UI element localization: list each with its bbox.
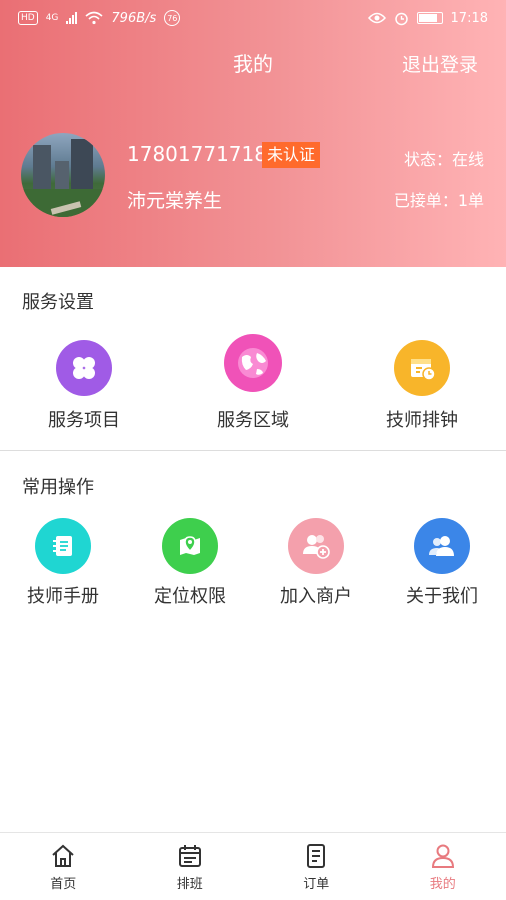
home-icon [52,844,74,867]
users-icon [414,518,470,574]
tab-mine-label: 我的 [429,877,456,892]
about-us-button[interactable]: 关于我们 [402,518,482,608]
tab-home-label: 首页 [50,877,77,892]
globe-icon [224,334,282,392]
notebook-icon [35,518,91,574]
orders-count: 已接单：1单 [393,191,484,210]
section-title-service-settings: 服务设置 [22,292,94,313]
profile-header: HD 4G 796B/s 76 17:18 我的 退出登录 1780177171… [0,0,506,267]
service-items-label: 服务项目 [48,410,120,431]
signal-icon [66,12,78,24]
schedule-icon [178,845,201,867]
verification-badge[interactable]: 未认证 [262,142,321,168]
tab-orders-label: 订单 [303,877,330,892]
logout-button[interactable]: 退出登录 [402,50,478,77]
person-icon [431,844,454,868]
service-items-button[interactable]: 服务项目 [44,340,124,432]
technician-manual-button[interactable]: 技师手册 [23,518,103,608]
shop-name: 沛元棠养生 [127,190,223,212]
four-petal-icon [56,340,112,396]
avatar[interactable] [21,133,105,217]
eye-icon [367,12,386,24]
hd-indicator: HD [18,11,38,25]
tab-home[interactable]: 首页 [0,833,127,900]
technician-schedule-label: 技师排钟 [386,410,458,431]
bottom-tab-bar: 首页 排班 订单 我的 [0,832,506,900]
clock: 17:18 [450,10,488,26]
tab-schedule[interactable]: 排班 [127,833,254,900]
service-area-label: 服务区域 [217,410,289,431]
users-add-icon [288,518,344,574]
location-permission-button[interactable]: 定位权限 [150,518,230,608]
map-pin-icon [162,518,218,574]
status-bar: HD 4G 796B/s 76 17:18 [0,0,506,36]
service-area-button[interactable]: 服务区域 [213,334,293,432]
join-merchant-button[interactable]: 加入商户 [276,518,356,608]
battery-icon [416,12,443,24]
alarm-icon [394,12,408,25]
section-title-common-ops: 常用操作 [22,477,94,498]
location-permission-label: 定位权限 [154,586,226,607]
technician-schedule-button[interactable]: 技师排钟 [382,340,462,432]
section-divider [0,450,506,451]
wifi-icon [85,11,103,25]
phone-number: 17801771718 [127,142,267,166]
network-speed: 796B/s [111,10,157,26]
technician-manual-label: 技师手册 [27,586,99,607]
tab-orders[interactable]: 订单 [253,833,380,900]
about-us-label: 关于我们 [406,586,478,607]
calendar-clock-icon [394,340,450,396]
network-type: 4G [45,13,59,23]
document-icon [307,844,326,868]
tab-mine[interactable]: 我的 [380,833,506,900]
tab-schedule-label: 排班 [176,877,203,892]
join-merchant-label: 加入商户 [280,586,352,607]
notification-count-icon: 76 [164,10,181,26]
online-status: 状态：在线 [403,150,484,169]
